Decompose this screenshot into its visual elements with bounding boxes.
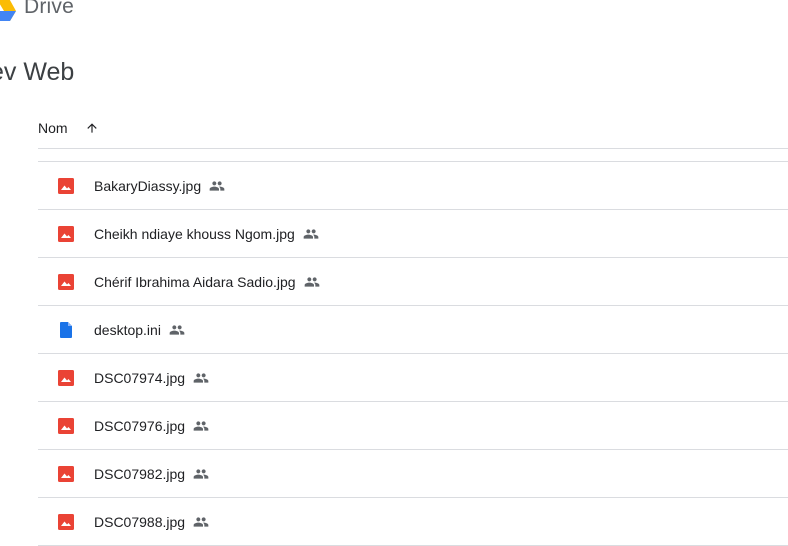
app-logo[interactable]: Drive: [0, 0, 74, 22]
column-header-name[interactable]: Nom: [38, 120, 68, 136]
file-name: Chérif Ibrahima Aidara Sadio.jpg: [94, 273, 296, 290]
drive-logo-icon: [0, 0, 16, 21]
file-name: DSC07974.jpg: [94, 369, 186, 386]
shared-icon: [209, 178, 225, 194]
file-name: BakaryDiassy.jpg: [94, 177, 202, 194]
shared-icon: [193, 370, 209, 386]
image-file-icon: [58, 369, 74, 386]
file-row[interactable]: BakaryDiassy.jpg: [38, 162, 788, 210]
file-row[interactable]: DSC07976.jpg: [38, 402, 788, 450]
image-file-icon: [58, 417, 74, 434]
shared-icon: [193, 514, 209, 530]
document-file-icon: [58, 321, 74, 338]
image-file-icon: [58, 513, 74, 530]
file-name: DSC07982.jpg: [94, 465, 186, 482]
image-file-icon: [58, 177, 74, 194]
file-row[interactable]: DSC07988.jpg: [38, 498, 788, 546]
file-row[interactable]: Chérif Ibrahima Aidara Sadio.jpg: [38, 258, 788, 306]
file-row[interactable]: DSC07974.jpg: [38, 354, 788, 402]
image-file-icon: [58, 225, 74, 242]
file-name: Cheikh ndiaye khouss Ngom.jpg: [94, 225, 295, 242]
shared-icon: [304, 274, 320, 290]
arrow-up-icon[interactable]: [84, 120, 100, 136]
image-file-icon: [58, 465, 74, 482]
list-divider: [38, 149, 788, 162]
shared-icon: [193, 466, 209, 482]
shared-icon: [193, 418, 209, 434]
list-header: Nom: [38, 108, 788, 149]
file-row[interactable]: Cheikh ndiaye khouss Ngom.jpg: [38, 210, 788, 258]
file-name: DSC07988.jpg: [94, 513, 186, 530]
shared-icon: [169, 322, 185, 338]
file-row[interactable]: desktop.ini: [38, 306, 788, 354]
file-name: desktop.ini: [94, 321, 161, 338]
file-name: DSC07976.jpg: [94, 417, 186, 434]
file-list: Nom BakaryDiassy.jpg Cheikh ndiaye khous…: [38, 108, 788, 546]
folder-title[interactable]: ev Web: [0, 58, 74, 87]
app-name: Drive: [24, 0, 75, 18]
image-file-icon: [58, 273, 74, 290]
file-row[interactable]: DSC07982.jpg: [38, 450, 788, 498]
shared-icon: [303, 226, 319, 242]
